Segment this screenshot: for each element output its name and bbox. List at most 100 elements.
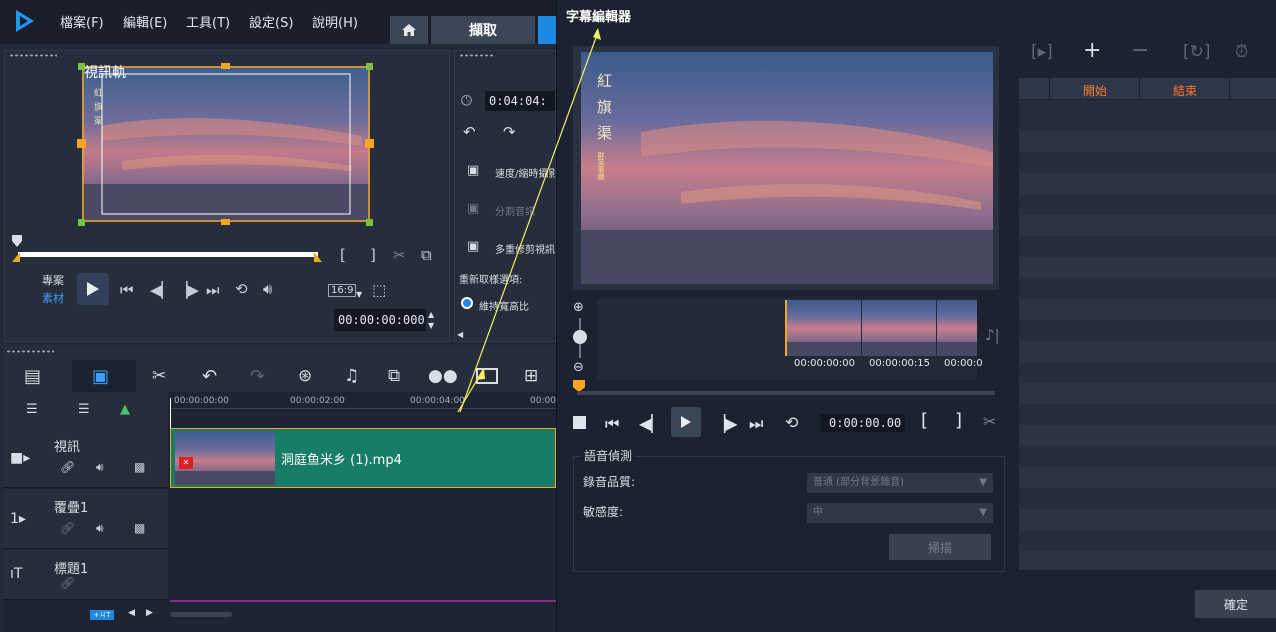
stop-icon[interactable] xyxy=(573,416,586,429)
timeline-playhead[interactable] xyxy=(170,398,171,428)
multi-trim-icon[interactable]: ▣ xyxy=(467,239,479,254)
mask-creator-icon[interactable]: ●● xyxy=(428,366,458,386)
playhead-marker[interactable] xyxy=(12,235,22,247)
track-header-title[interactable]: ıT 標題1 🔗︎ xyxy=(4,550,168,600)
tab-capture[interactable]: 擷取 xyxy=(431,16,535,44)
undo-icon[interactable]: ↶ xyxy=(202,366,217,387)
go-to-end-icon[interactable]: ⏭ xyxy=(749,414,763,434)
timeline-view-icon[interactable]: ▣ xyxy=(92,366,109,387)
resize-handle[interactable] xyxy=(221,63,230,69)
aspect-ratio-selector[interactable]: 16:9 xyxy=(328,284,357,297)
dialog-timecode[interactable]: 0:00:00.00 xyxy=(821,414,905,432)
duration-field[interactable]: 0:04:04: xyxy=(485,91,555,111)
track-manager-icon[interactable]: ☰ xyxy=(26,402,38,417)
dialog-progress[interactable] xyxy=(577,391,995,395)
timecode-stepper[interactable]: ▲ ▼ xyxy=(428,309,440,331)
zoom-slider[interactable] xyxy=(573,330,587,344)
video-clip[interactable]: 洞庭鱼米乡 (1).mp4 ✕ xyxy=(170,428,556,488)
resize-handle[interactable] xyxy=(77,139,86,148)
split-audio-icon[interactable]: ▣ xyxy=(467,201,479,216)
repeat-icon[interactable]: ⟲ xyxy=(785,413,798,432)
tab-edit[interactable] xyxy=(538,16,556,44)
sensitivity-select[interactable]: 中 ▼ xyxy=(807,503,993,523)
chevron-down-icon[interactable]: ▼ xyxy=(356,290,362,299)
link-icon[interactable]: 🔗︎ xyxy=(60,460,75,474)
storyboard-view-icon[interactable]: ▤ xyxy=(24,366,41,387)
ripple-icon[interactable]: ▩ xyxy=(134,460,145,474)
link-icon[interactable]: 🔗︎ xyxy=(60,576,75,590)
repeat-icon[interactable]: ⟲ xyxy=(235,280,248,298)
record-capture-icon[interactable]: ⊛ xyxy=(298,366,312,386)
thumbnail-strip[interactable]: 00:00:00:00 00:00:00:15 00:00:0 xyxy=(597,298,983,380)
recording-quality-select[interactable]: 普通 (部分背景雜音) ▼ xyxy=(807,473,993,493)
column-start[interactable]: 開始 xyxy=(1083,82,1107,99)
mark-in-button[interactable]: [ xyxy=(340,246,346,264)
add-track-button[interactable]: +ㄐT xyxy=(90,610,114,620)
dialog-play-button[interactable] xyxy=(671,407,701,437)
ripple-icon[interactable]: ▩ xyxy=(134,521,145,535)
panel-grip[interactable] xyxy=(9,54,57,57)
subtitle-editor-icon[interactable] xyxy=(476,368,498,384)
motion-tracking-icon[interactable]: ⧉ xyxy=(388,366,400,386)
track-header-overlay[interactable]: 1▸ 覆疊1 🔗︎ 🔊︎ ▩ xyxy=(4,489,168,549)
sound-mixer-icon[interactable]: ♫ xyxy=(344,366,359,386)
time-offset-icon[interactable]: ⏰︎ xyxy=(1235,42,1248,62)
audio-waveform-icon[interactable]: ♪| xyxy=(985,326,1000,344)
previous-frame-icon[interactable]: ◀▏ xyxy=(150,281,173,299)
scroll-left-icon[interactable]: ◀ xyxy=(457,330,463,339)
project-mode-label[interactable]: 專案 xyxy=(42,272,64,288)
menu-file[interactable]: 檔案(F) xyxy=(60,12,104,31)
go-to-start-icon[interactable]: ⏮ xyxy=(605,414,619,434)
previous-frame-icon[interactable]: ◀▏ xyxy=(639,414,664,433)
link-icon[interactable]: 🔗︎ xyxy=(60,521,75,535)
menu-edit[interactable]: 編輯(E) xyxy=(123,12,167,31)
remove-subtitle-icon[interactable]: − xyxy=(1131,38,1149,63)
preview-timecode[interactable]: 00:00:00:000 xyxy=(334,309,426,331)
merge-subtitle-icon[interactable]: [↻] xyxy=(1183,42,1211,62)
subtitle-list[interactable]: 開始 結束 xyxy=(1019,78,1276,570)
menu-help[interactable]: 說明(H) xyxy=(312,12,358,31)
resize-handle[interactable] xyxy=(365,139,374,148)
menu-settings[interactable]: 設定(S) xyxy=(249,12,293,31)
track-header-video[interactable]: ■▸ 視訊 🔗︎ 🔊︎ ▩ xyxy=(4,428,168,488)
go-to-end-icon[interactable]: ⏭ xyxy=(206,281,220,299)
speed-timelapse-button[interactable]: 速度/縮時攝影 xyxy=(495,165,555,180)
scissors-icon[interactable]: ✂ xyxy=(983,412,996,431)
play-subtitle-icon[interactable]: [▸] xyxy=(1031,42,1053,62)
resize-handle[interactable] xyxy=(221,219,230,225)
copy-icon[interactable]: ⧉ xyxy=(421,246,432,264)
split-audio-button[interactable]: 分割音訊 xyxy=(495,203,535,218)
multi-trim-button[interactable]: 多重修剪視訊 xyxy=(495,241,555,256)
menu-tools[interactable]: 工具(T) xyxy=(186,12,230,31)
rotate-left-icon[interactable]: ↶ xyxy=(463,123,476,141)
multi-camera-icon[interactable]: ⊞ xyxy=(524,366,538,386)
zoom-in-icon[interactable]: ⊕ xyxy=(573,300,584,315)
go-to-start-icon[interactable]: ⏮ xyxy=(120,281,134,299)
rotate-right-icon[interactable]: ↷ xyxy=(503,123,516,141)
preview-scrubber[interactable] xyxy=(12,252,324,262)
column-end[interactable]: 結束 xyxy=(1173,82,1197,99)
home-button[interactable] xyxy=(390,16,428,44)
scan-button[interactable]: 掃描 xyxy=(889,534,991,560)
next-frame-icon[interactable]: ▕▶ xyxy=(713,414,738,433)
add-subtitle-icon[interactable]: + xyxy=(1083,38,1101,63)
redo-icon[interactable]: ↷ xyxy=(250,366,265,387)
zoom-out-icon[interactable]: ⊖ xyxy=(573,360,584,375)
speed-icon[interactable]: ▣ xyxy=(467,163,479,178)
mark-out-button[interactable]: ] xyxy=(370,246,376,264)
clip-mode-label[interactable]: 素材 xyxy=(42,290,64,306)
mark-out-button[interactable]: ] xyxy=(955,410,962,431)
volume-icon[interactable]: 🔊︎ xyxy=(263,280,272,298)
mute-icon[interactable]: 🔊︎ xyxy=(96,521,104,536)
tools-icon[interactable]: ✂ xyxy=(152,366,166,386)
timeline-ruler[interactable]: 00:00:00:00 00:00:02:00 00:00:04:00 00:0… xyxy=(170,392,559,428)
next-frame-icon[interactable]: ▕▶ xyxy=(176,281,199,299)
resize-handle[interactable] xyxy=(366,219,373,226)
scroll-right-icon[interactable]: ▶ xyxy=(146,608,153,618)
scroll-left-icon[interactable]: ◀ xyxy=(128,608,135,618)
play-button[interactable] xyxy=(77,273,109,305)
keep-aspect-radio[interactable] xyxy=(461,297,473,309)
selection-tool-icon[interactable]: ⬚ xyxy=(372,281,386,299)
mute-icon[interactable]: 🔊︎ xyxy=(96,460,104,475)
add-track-icon[interactable]: ☰ xyxy=(78,402,90,417)
